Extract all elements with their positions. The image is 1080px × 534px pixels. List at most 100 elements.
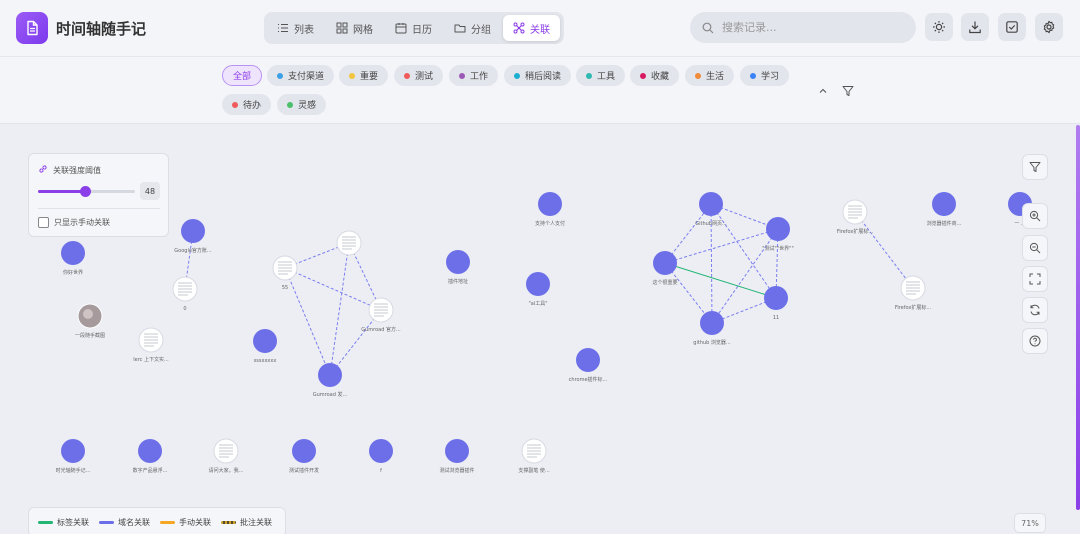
legend-label: 域名关联 bbox=[118, 517, 150, 527]
download-icon bbox=[969, 21, 981, 34]
todo-button[interactable] bbox=[998, 13, 1026, 41]
graph-node[interactable]: 时光轴随手记... bbox=[56, 439, 91, 474]
tag-study[interactable]: 学习 bbox=[740, 65, 790, 86]
node-circle[interactable] bbox=[446, 250, 470, 274]
node-circle[interactable] bbox=[181, 219, 205, 243]
graph-node[interactable]: 测试插件开发 bbox=[289, 439, 319, 474]
graph-node[interactable]: Google官方账... bbox=[174, 219, 212, 254]
tag-tools[interactable]: 工具 bbox=[576, 65, 626, 86]
graph-canvas[interactable]: 你好世界 Google官方账... 0 一段随手截图 lerc 上下文实... 55 Gum… bbox=[0, 125, 1080, 534]
node-circle[interactable] bbox=[653, 251, 677, 275]
zoom-out-button[interactable] bbox=[1022, 235, 1048, 261]
link-icon bbox=[39, 165, 47, 173]
graph-node[interactable]: f bbox=[369, 439, 393, 474]
node-label: 一段随手截图 bbox=[75, 332, 105, 339]
tag-payment[interactable]: 支付渠道 bbox=[267, 65, 335, 86]
graph-node[interactable]: 数字产品悬浮... bbox=[133, 439, 168, 474]
slider-knob[interactable] bbox=[79, 186, 91, 197]
node-circle[interactable] bbox=[764, 286, 788, 310]
graph-node[interactable]: 0 bbox=[172, 276, 198, 312]
node-circle[interactable] bbox=[700, 311, 724, 335]
node-circle[interactable] bbox=[61, 439, 85, 463]
threshold-title: 关联强度阈值 bbox=[53, 166, 101, 175]
tab-list[interactable]: 列表 bbox=[267, 15, 324, 41]
node-circle[interactable] bbox=[445, 439, 469, 463]
node-label: 55 bbox=[282, 285, 288, 291]
tab-calendar[interactable]: 日历 bbox=[385, 15, 442, 41]
graph-node[interactable]: "ai工具" bbox=[526, 272, 550, 307]
fit-view-button[interactable] bbox=[1022, 266, 1048, 292]
threshold-slider[interactable] bbox=[38, 186, 135, 197]
graph-node[interactable]: 一段随手截图 bbox=[75, 303, 105, 339]
refresh-layout-button[interactable] bbox=[1022, 297, 1048, 323]
tag-label: 学习 bbox=[761, 72, 780, 82]
tag-work[interactable]: 工作 bbox=[449, 65, 499, 86]
search-input[interactable] bbox=[722, 21, 892, 34]
settings-button[interactable] bbox=[1035, 13, 1063, 41]
node-label: 支撑副笔 使... bbox=[518, 467, 550, 474]
node-circle[interactable] bbox=[138, 439, 162, 463]
node-label: Gumroad 官方... bbox=[361, 326, 401, 333]
node-label: chrome插件标... bbox=[569, 376, 608, 383]
tag-todo[interactable]: 待办 bbox=[222, 94, 272, 115]
graph-node[interactable]: Firefox扩展标... bbox=[837, 199, 874, 235]
theme-toggle-button[interactable] bbox=[925, 13, 953, 41]
zoom-in-button[interactable] bbox=[1022, 203, 1048, 229]
graph-filter-button[interactable] bbox=[1022, 154, 1048, 180]
node-circle[interactable] bbox=[253, 329, 277, 353]
tag-important[interactable]: 重要 bbox=[339, 65, 389, 86]
graph-node[interactable]: 测试浏览器插件 bbox=[439, 439, 475, 474]
search-icon bbox=[702, 22, 714, 33]
tag-life[interactable]: 生活 bbox=[685, 65, 735, 86]
graph-node[interactable]: 支持个人支付 bbox=[535, 192, 565, 227]
graph-node[interactable] bbox=[336, 230, 362, 256]
node-circle[interactable] bbox=[369, 439, 393, 463]
tab-group[interactable]: 分组 bbox=[444, 15, 501, 41]
tag-color-dot bbox=[277, 72, 283, 79]
graph-node[interactable]: 你好世界 bbox=[61, 241, 85, 276]
graph-node[interactable]: 支撑副笔 使... bbox=[518, 438, 550, 474]
tag-inspiration[interactable]: 灵感 bbox=[277, 94, 327, 115]
manual-only-checkbox[interactable] bbox=[38, 217, 49, 228]
graph-node[interactable]: 浏览器插件商... bbox=[927, 192, 962, 227]
graph-node[interactable]: github 浏览器... bbox=[693, 311, 731, 346]
tag-filter-button[interactable] bbox=[840, 83, 856, 99]
graph-node[interactable]: chrome插件标... bbox=[569, 348, 608, 383]
export-button[interactable] bbox=[961, 13, 989, 41]
graph-node[interactable]: Gumroad 官方... bbox=[361, 297, 401, 333]
tag-read-later[interactable]: 稍后阅读 bbox=[504, 65, 572, 86]
graph-node[interactable]: 这个很重要 bbox=[652, 251, 678, 286]
node-circle[interactable] bbox=[576, 348, 600, 372]
tab-grid[interactable]: 网格 bbox=[326, 15, 383, 41]
node-circle[interactable] bbox=[699, 192, 723, 216]
node-circle[interactable] bbox=[292, 439, 316, 463]
graph-node[interactable]: Firefox扩展标... bbox=[895, 275, 932, 311]
node-circle[interactable] bbox=[766, 217, 790, 241]
graph-node[interactable]: Github网页... bbox=[695, 192, 727, 227]
graph-node[interactable]: sssxxxxx bbox=[253, 329, 277, 364]
graph-node[interactable]: 插件地址 bbox=[446, 250, 470, 285]
tag-favorites[interactable]: 收藏 bbox=[630, 65, 680, 86]
legend-label: 批注关联 bbox=[240, 517, 272, 527]
node-circle[interactable] bbox=[61, 241, 85, 265]
node-circle[interactable] bbox=[318, 363, 342, 387]
tab-grid-label: 网格 bbox=[353, 24, 373, 36]
graph-node[interactable]: Gumroad 发... bbox=[313, 363, 348, 398]
node-circle[interactable] bbox=[526, 272, 550, 296]
tag-test[interactable]: 测试 bbox=[394, 65, 444, 86]
node-circle[interactable] bbox=[932, 192, 956, 216]
graph-node[interactable]: lerc 上下文实... bbox=[133, 327, 169, 363]
graph-node[interactable]: 请问大家，我... bbox=[209, 438, 244, 474]
vertical-scrollbar[interactable] bbox=[1076, 125, 1080, 510]
node-circle[interactable] bbox=[538, 192, 562, 216]
graph-node[interactable]: 11 bbox=[764, 286, 788, 321]
legend-swatch bbox=[160, 520, 175, 524]
graph-node[interactable]: "测试""世界"" bbox=[762, 217, 794, 252]
collapse-tags-button[interactable] bbox=[815, 83, 831, 99]
tab-graph[interactable]: 关联 bbox=[503, 15, 560, 41]
help-button[interactable] bbox=[1022, 328, 1048, 354]
tag-label: 待办 bbox=[243, 101, 262, 111]
domain-edge bbox=[664, 228, 779, 264]
tag-all[interactable]: 全部 bbox=[222, 65, 263, 86]
graph-node[interactable]: 55 bbox=[272, 255, 298, 291]
